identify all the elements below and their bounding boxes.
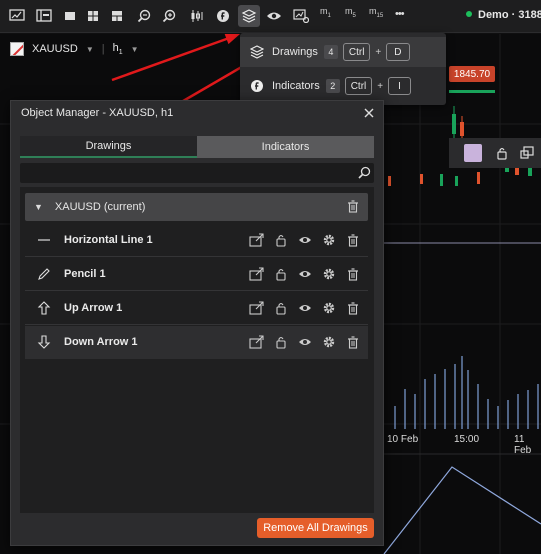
oscillator-line (383, 466, 541, 554)
trash-icon[interactable] (347, 200, 359, 216)
symbol-flag-icon (10, 42, 24, 56)
clone-icon[interactable] (520, 145, 536, 166)
bid-line (449, 90, 495, 93)
symbol-group-header[interactable]: ▼ XAUUSD (current) (25, 193, 368, 221)
time-label: 10 Feb (387, 434, 419, 445)
candlestick-icon[interactable] (186, 5, 208, 27)
trash-icon[interactable] (345, 334, 361, 350)
tab-drawings[interactable]: Drawings (20, 136, 197, 158)
search-box (20, 163, 374, 183)
time-label: 15:00 (454, 434, 480, 445)
remove-all-drawings-button[interactable]: Remove All Drawings (257, 518, 374, 538)
chart-icon[interactable] (6, 5, 28, 27)
drawings-layers-icon (250, 45, 264, 59)
move-to-icon[interactable] (249, 232, 265, 248)
account-status[interactable]: Demo · 3188 (466, 9, 541, 21)
group-label: XAUUSD (current) (54, 201, 146, 213)
move-to-icon[interactable] (249, 266, 265, 282)
connection-status-dot (466, 11, 472, 17)
eye-icon[interactable] (297, 232, 313, 248)
color-swatch[interactable] (464, 144, 482, 162)
gear-icon[interactable] (321, 300, 337, 316)
item-name: Down Arrow 1 (64, 336, 138, 348)
trash-icon[interactable] (345, 232, 361, 248)
timeframe-m1[interactable]: m1 (320, 6, 331, 19)
eye-icon[interactable] (297, 266, 313, 282)
eye-icon[interactable] (263, 5, 285, 27)
price-tag: 1845.70 (449, 66, 495, 82)
shortcut-key: Ctrl (344, 77, 373, 95)
zoom-out-icon[interactable] (133, 5, 155, 27)
shortcut-key: D (386, 43, 410, 61)
lock-icon[interactable] (273, 266, 289, 282)
dialog-tabs: Drawings Indicators (20, 136, 374, 158)
symbol-bar[interactable]: XAUUSD ▼ | h1 ▼ (10, 39, 139, 59)
time-label: 11 Feb (514, 434, 532, 456)
up-arrow-icon (37, 301, 51, 315)
lock-icon[interactable] (273, 300, 289, 316)
drawings-list: ▼ XAUUSD (current) Horizontal Line 1 Pen… (20, 187, 374, 513)
eye-icon[interactable] (297, 334, 313, 350)
indicators-icon[interactable] (212, 5, 234, 27)
list-item[interactable]: Horizontal Line 1 (25, 224, 368, 257)
close-icon[interactable] (361, 105, 377, 121)
shortcut-key: Ctrl (342, 43, 371, 61)
gear-icon[interactable] (321, 266, 337, 282)
shortcut-key: I (388, 77, 411, 95)
search-input[interactable] (20, 163, 350, 183)
search-icon[interactable] (357, 166, 371, 185)
menu-item-drawings[interactable]: Drawings 4 Ctrl + D (240, 37, 446, 67)
top-toolbar: m1 m5 m15 ••• Demo · 3188 (0, 0, 541, 33)
split-layout-icon[interactable] (106, 5, 128, 27)
move-to-icon[interactable] (249, 300, 265, 316)
dialog-title: Object Manager - XAUUSD, h1 (21, 107, 174, 119)
lock-icon[interactable] (273, 334, 289, 350)
more-menu-button[interactable]: ••• (395, 8, 405, 20)
lock-icon[interactable] (495, 146, 509, 165)
eye-icon[interactable] (297, 300, 313, 316)
gear-icon[interactable] (321, 334, 337, 350)
indicators-icon (250, 79, 264, 93)
chevron-down-icon[interactable]: ▼ (131, 45, 139, 54)
indicators-count-badge: 2 (325, 79, 340, 93)
item-name: Pencil 1 (64, 268, 106, 280)
pencil-icon (37, 267, 51, 281)
list-item[interactable]: Pencil 1 (25, 258, 368, 291)
list-item[interactable]: Up Arrow 1 (25, 292, 368, 325)
object-manager-icon[interactable] (238, 5, 260, 27)
chevron-down-icon[interactable]: ▼ (86, 45, 94, 54)
drawings-count-badge: 4 (323, 45, 338, 59)
timeframe-m5[interactable]: m5 (345, 6, 356, 19)
menu-item-indicators[interactable]: Indicators 2 Ctrl + I (240, 71, 446, 101)
timeframe-label[interactable]: h1 (113, 42, 123, 56)
down-arrow-icon (37, 335, 51, 349)
grid-layout-icon[interactable] (82, 5, 104, 27)
tab-indicators[interactable]: Indicators (197, 136, 374, 158)
gear-icon[interactable] (321, 232, 337, 248)
list-item[interactable]: Down Arrow 1 (25, 326, 368, 359)
trash-icon[interactable] (345, 300, 361, 316)
volume-histogram (394, 356, 539, 429)
horizontal-line-icon (37, 233, 51, 247)
object-manager-menu: Drawings 4 Ctrl + D Indicators 2 Ctrl + … (240, 33, 446, 105)
item-name: Horizontal Line 1 (64, 234, 153, 246)
single-layout-icon[interactable] (59, 5, 81, 27)
lock-icon[interactable] (273, 232, 289, 248)
caret-down-icon[interactable]: ▼ (34, 202, 43, 212)
layout-icon[interactable] (33, 5, 55, 27)
timeframe-m15[interactable]: m15 (369, 6, 383, 19)
symbol-label[interactable]: XAUUSD (32, 43, 78, 55)
zoom-in-icon[interactable] (158, 5, 180, 27)
settings-chart-icon[interactable] (290, 5, 312, 27)
move-to-icon[interactable] (249, 334, 265, 350)
trash-icon[interactable] (345, 266, 361, 282)
item-name: Up Arrow 1 (64, 302, 123, 314)
object-manager-dialog: Object Manager - XAUUSD, h1 Drawings Ind… (10, 100, 384, 546)
